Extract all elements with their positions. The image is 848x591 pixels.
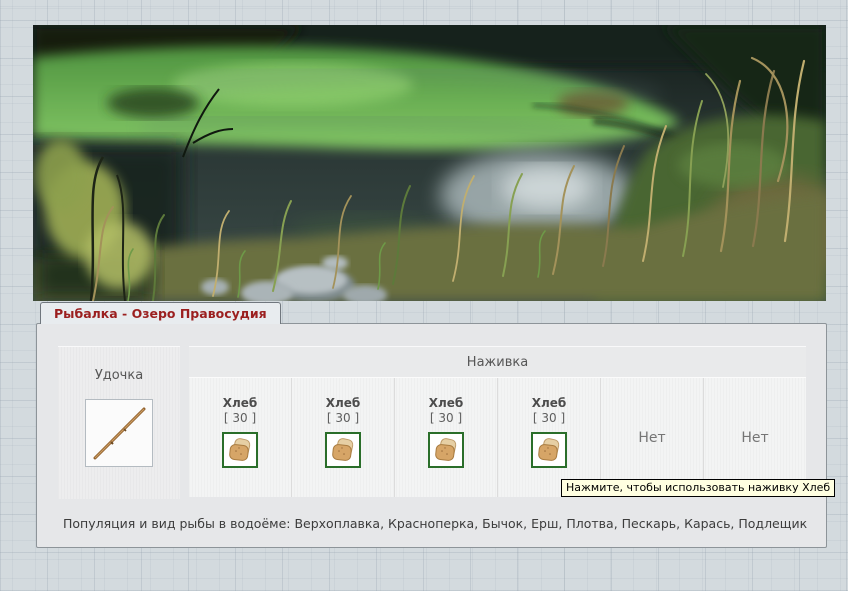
bait-slot-3: Хлеб [ 30 ] [394,378,497,497]
bait-name: Хлеб [189,396,291,410]
bait-section: Наживка Хлеб [ 30 ] Хлеб [ 30 ] [189,346,806,498]
lake-photo-art [33,25,826,301]
bait-header-label: Наживка [189,346,806,378]
bait-count: [ 30 ] [189,411,291,425]
fishing-rod-icon[interactable] [85,399,153,467]
rod-header-label: Удочка [58,368,180,383]
page-background: { "tab": { "label": "Рыбалка - Озеро Пра… [0,0,848,591]
bread-icon[interactable] [428,432,464,468]
bait-name: Хлеб [395,396,497,410]
tab-fishing-location[interactable]: Рыбалка - Озеро Правосудия [40,302,281,324]
fishing-panel: Удочка Наживка Хлеб [ 30 ] [36,323,827,548]
rod-section: Удочка [58,346,180,499]
bait-name: Хлеб [292,396,394,410]
lake-photo [33,25,826,301]
fish-population-text: Популяция и вид рыбы в водоёме: Верхопла… [63,516,807,531]
fishing-rod-art [86,400,152,466]
bait-count: [ 30 ] [292,411,394,425]
bread-icon[interactable] [325,432,361,468]
bait-count: [ 30 ] [395,411,497,425]
bait-count: [ 30 ] [498,411,600,425]
bait-name: Хлеб [498,396,600,410]
bread-icon[interactable] [222,432,258,468]
bait-slot-2: Хлеб [ 30 ] [291,378,394,497]
bait-slot-1: Хлеб [ 30 ] [189,378,291,497]
bait-tooltip: Нажмите, чтобы использовать наживку Хлеб [561,479,835,497]
bread-icon[interactable] [531,432,567,468]
